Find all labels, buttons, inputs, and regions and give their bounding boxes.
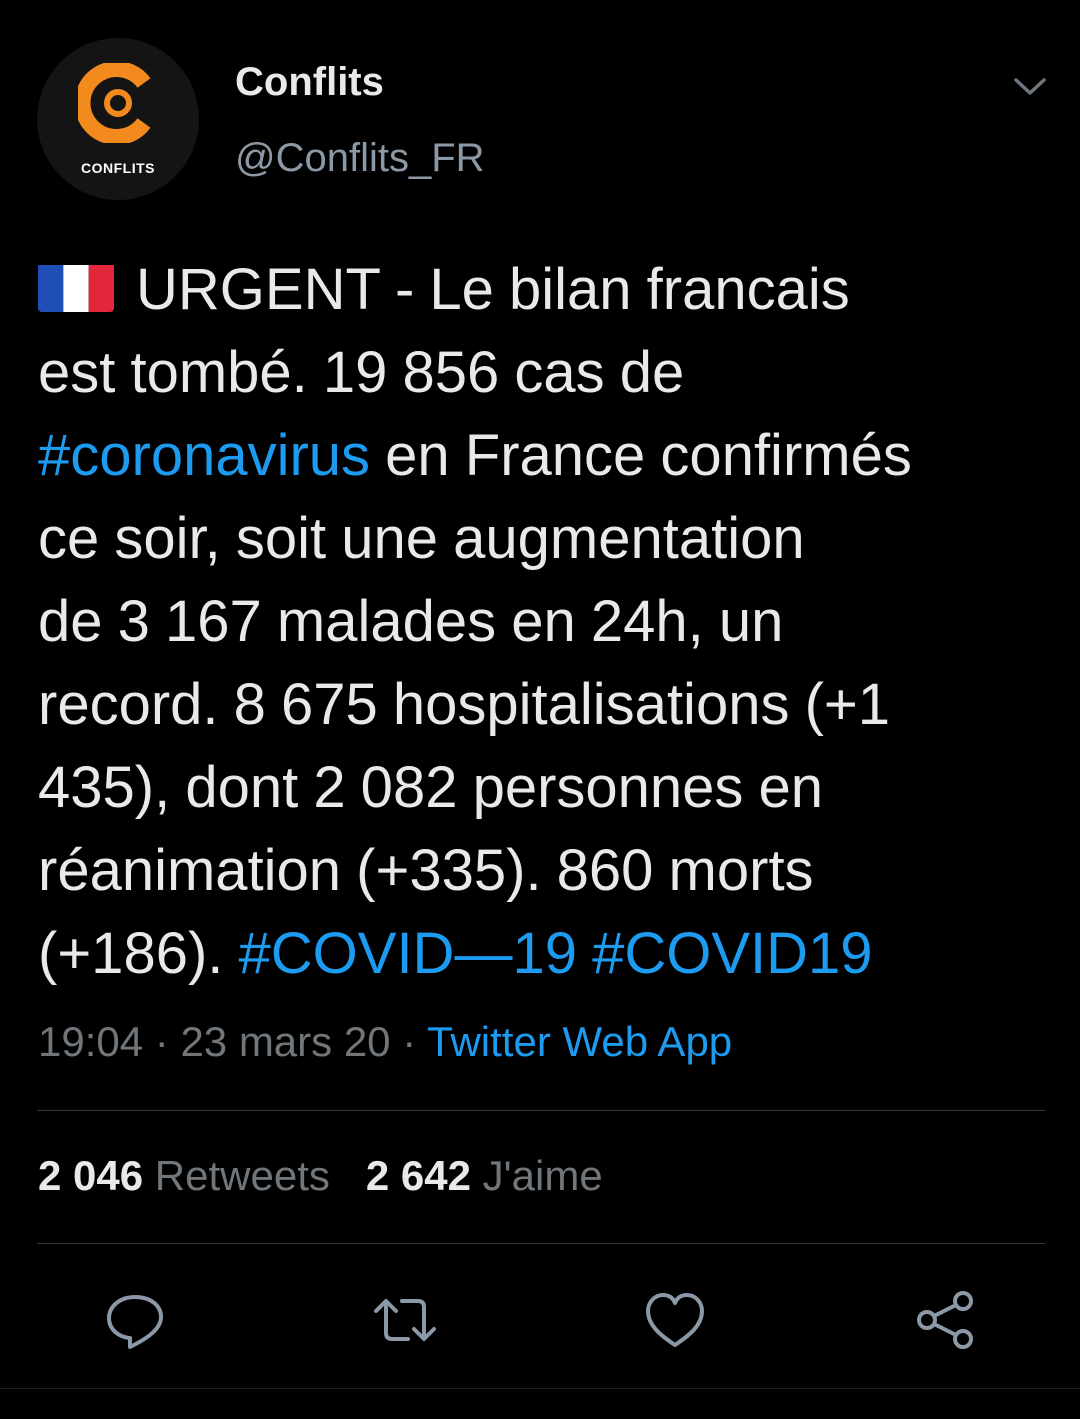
- retweet-icon[interactable]: [370, 1285, 440, 1355]
- bottom-divider: [0, 1388, 1080, 1389]
- likes-label: J'aime: [482, 1152, 603, 1199]
- conflits-logo-icon: [78, 63, 151, 143]
- hashtag-coronavirus[interactable]: #coronavirus: [38, 423, 370, 488]
- tweet-source-link[interactable]: Twitter Web App: [427, 1018, 732, 1065]
- display-name[interactable]: Conflits: [235, 60, 384, 105]
- france-flag-icon: [38, 258, 114, 312]
- tweet-time[interactable]: 19:04: [38, 1018, 143, 1065]
- share-icon[interactable]: [910, 1285, 980, 1355]
- avatar-label: CONFLITS: [81, 160, 155, 176]
- tweet-date[interactable]: 23 mars 20: [180, 1018, 390, 1065]
- avatar[interactable]: CONFLITS: [37, 38, 199, 200]
- reply-icon[interactable]: [100, 1285, 170, 1355]
- tweet-line-1: URGENT - Le bilan francais: [38, 248, 1048, 331]
- tweet-line-6: record. 8 675 hospitalisations (+1: [38, 672, 891, 737]
- divider: [37, 1110, 1045, 1111]
- hashtag-covid-19[interactable]: #COVID—19: [239, 921, 577, 986]
- divider: [37, 1243, 1045, 1244]
- retweets-stat[interactable]: 2 046 Retweets: [38, 1152, 330, 1199]
- retweets-count: 2 046: [38, 1152, 144, 1199]
- tweet-line-9: (+186). #COVID—19 #COVID19: [38, 921, 873, 986]
- likes-count: 2 642: [365, 1152, 471, 1199]
- retweets-label: Retweets: [154, 1152, 330, 1199]
- tweet-line-2: est tombé. 19 856 cas de: [38, 340, 685, 405]
- tweet-line-4: ce soir, soit une augmentation: [38, 506, 805, 571]
- tweet-line-3: #coronavirus en France confirmés: [38, 423, 912, 488]
- like-icon[interactable]: [640, 1285, 710, 1355]
- tweet-line-8: réanimation (+335). 860 morts: [38, 838, 814, 903]
- tweet-stats: 2 046 Retweets 2 642 J'aime: [38, 1152, 603, 1200]
- tweet-text: URGENT - Le bilan francais est tombé. 19…: [38, 248, 1048, 995]
- tweet-header: CONFLITS Conflits @Conflits_FR: [0, 0, 1080, 220]
- chevron-down-icon[interactable]: [1010, 66, 1050, 106]
- user-handle[interactable]: @Conflits_FR: [235, 136, 485, 181]
- likes-stat[interactable]: 2 642 J'aime: [366, 1152, 603, 1199]
- tweet-line-5: de 3 167 malades en 24h, un: [38, 589, 784, 654]
- hashtag-covid19[interactable]: #COVID19: [592, 921, 872, 986]
- tweet-meta: 19:04 · 23 mars 20 · Twitter Web App: [38, 1018, 733, 1065]
- tweet-line-7: 435), dont 2 082 personnes en: [38, 755, 824, 820]
